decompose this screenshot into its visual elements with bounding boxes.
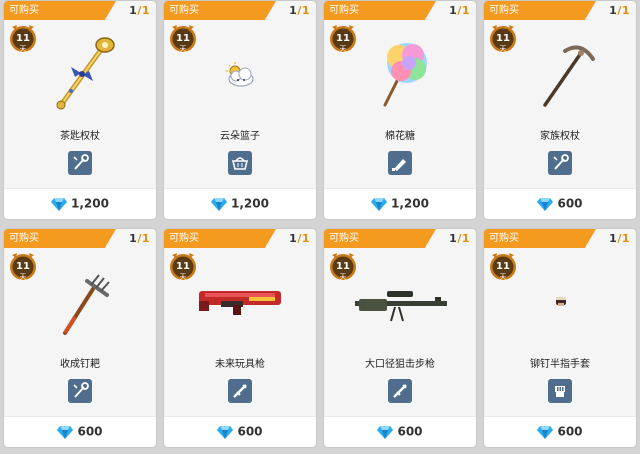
price-value: 600 bbox=[77, 424, 103, 439]
purchase-count: 1/1 bbox=[289, 231, 310, 246]
purchase-limit: 1 bbox=[301, 232, 310, 245]
item-card[interactable]: 可购买 1/1 11 天 未来玩具枪 600 bbox=[163, 228, 317, 448]
item-image-cloud-basket bbox=[191, 33, 291, 113]
price: 600 bbox=[324, 424, 476, 439]
price-bar[interactable]: 1,200 bbox=[324, 188, 476, 219]
price-bar[interactable]: 1,200 bbox=[164, 188, 316, 219]
item-name: 家族权杖 bbox=[540, 131, 580, 142]
item-image-pickaxe-scepter bbox=[511, 33, 611, 113]
diamond-currency-icon bbox=[51, 197, 68, 211]
purchasable-label: 可购买 bbox=[329, 5, 359, 16]
diamond-currency-icon bbox=[211, 197, 228, 211]
purchase-limit: 1 bbox=[621, 4, 630, 17]
purchase-limit: 1 bbox=[461, 4, 470, 17]
price-bar[interactable]: 600 bbox=[4, 416, 156, 447]
purchase-count: 1/1 bbox=[609, 3, 630, 18]
price-bar[interactable]: 600 bbox=[164, 416, 316, 447]
purchasable-label: 可购买 bbox=[169, 233, 199, 244]
scepter-icon bbox=[68, 379, 92, 403]
diamond-currency-icon bbox=[371, 197, 388, 211]
purchase-count: 1/1 bbox=[609, 231, 630, 246]
diamond-currency-icon bbox=[57, 425, 74, 439]
item-card[interactable]: 可购买 1/1 11 天 云朵篮子 1,200 bbox=[163, 0, 317, 220]
gun-icon bbox=[228, 379, 252, 403]
shop-grid: 可购买 1/1 11 天 茶匙权杖 1,200 可购买 1/1 11 天 云朵篮… bbox=[0, 0, 640, 454]
item-image-rake bbox=[31, 261, 131, 341]
purchase-limit: 1 bbox=[461, 232, 470, 245]
diamond-currency-icon bbox=[537, 425, 554, 439]
item-name: 大口径狙击步枪 bbox=[365, 359, 435, 370]
purchase-count: 1/1 bbox=[129, 231, 150, 246]
purchasable-label: 可购买 bbox=[9, 5, 39, 16]
item-name: 云朵篮子 bbox=[220, 131, 260, 142]
price-bar[interactable]: 600 bbox=[484, 416, 636, 447]
price-value: 600 bbox=[557, 424, 583, 439]
purchasable-label: 可购买 bbox=[169, 5, 199, 16]
item-name: 茶匙权杖 bbox=[60, 131, 100, 142]
purchase-limit: 1 bbox=[301, 4, 310, 17]
item-card[interactable]: 可购买 1/1 11 天 大口径狙击步枪 600 bbox=[323, 228, 477, 448]
purchase-limit: 1 bbox=[621, 232, 630, 245]
purchase-limit: 1 bbox=[141, 4, 150, 17]
price: 600 bbox=[484, 196, 636, 211]
purchase-limit: 1 bbox=[141, 232, 150, 245]
item-image-sniper-rifle bbox=[351, 261, 451, 341]
purchase-count: 1/1 bbox=[129, 3, 150, 18]
purchasable-label: 可购买 bbox=[329, 233, 359, 244]
item-card[interactable]: 可购买 1/1 11 天 茶匙权杖 1,200 bbox=[3, 0, 157, 220]
price-bar[interactable]: 600 bbox=[484, 188, 636, 219]
price-bar[interactable]: 600 bbox=[324, 416, 476, 447]
gun-icon bbox=[388, 379, 412, 403]
price-value: 1,200 bbox=[391, 196, 429, 211]
price-bar[interactable]: 1,200 bbox=[4, 188, 156, 219]
glove-icon bbox=[548, 379, 572, 403]
price-value: 600 bbox=[397, 424, 423, 439]
purchase-count: 1/1 bbox=[289, 3, 310, 18]
item-card[interactable]: 可购买 1/1 11 天 铆钉半指手套 600 bbox=[483, 228, 637, 448]
item-name: 收成钉耙 bbox=[60, 359, 100, 370]
price-value: 600 bbox=[237, 424, 263, 439]
item-name: 棉花糖 bbox=[385, 131, 415, 142]
price: 1,200 bbox=[324, 196, 476, 211]
price: 600 bbox=[484, 424, 636, 439]
price: 1,200 bbox=[4, 196, 156, 211]
purchasable-label: 可购买 bbox=[9, 233, 39, 244]
item-image-golden-scepter bbox=[31, 33, 131, 113]
diamond-currency-icon bbox=[537, 197, 554, 211]
item-card[interactable]: 可购买 1/1 11 天 收成钉耙 600 bbox=[3, 228, 157, 448]
item-name: 未来玩具枪 bbox=[215, 359, 265, 370]
item-image-cotton-candy bbox=[351, 33, 451, 113]
diamond-currency-icon bbox=[377, 425, 394, 439]
scepter-icon bbox=[548, 151, 572, 175]
price: 1,200 bbox=[164, 196, 316, 211]
item-image-studded-glove bbox=[511, 261, 611, 341]
price: 600 bbox=[164, 424, 316, 439]
price-value: 600 bbox=[557, 196, 583, 211]
purchasable-label: 可购买 bbox=[489, 5, 519, 16]
basket-icon bbox=[228, 151, 252, 175]
purchase-count: 1/1 bbox=[449, 231, 470, 246]
item-image-toy-gun bbox=[191, 261, 291, 341]
purchase-count: 1/1 bbox=[449, 3, 470, 18]
scepter-icon bbox=[68, 151, 92, 175]
item-name: 铆钉半指手套 bbox=[530, 359, 590, 370]
purchasable-label: 可购买 bbox=[489, 233, 519, 244]
item-card[interactable]: 可购买 1/1 11 天 家族权杖 600 bbox=[483, 0, 637, 220]
price-value: 1,200 bbox=[71, 196, 109, 211]
price-value: 1,200 bbox=[231, 196, 269, 211]
price: 600 bbox=[4, 424, 156, 439]
item-card[interactable]: 可购买 1/1 11 天 棉花糖 1,200 bbox=[323, 0, 477, 220]
diamond-currency-icon bbox=[217, 425, 234, 439]
bat-icon bbox=[388, 151, 412, 175]
